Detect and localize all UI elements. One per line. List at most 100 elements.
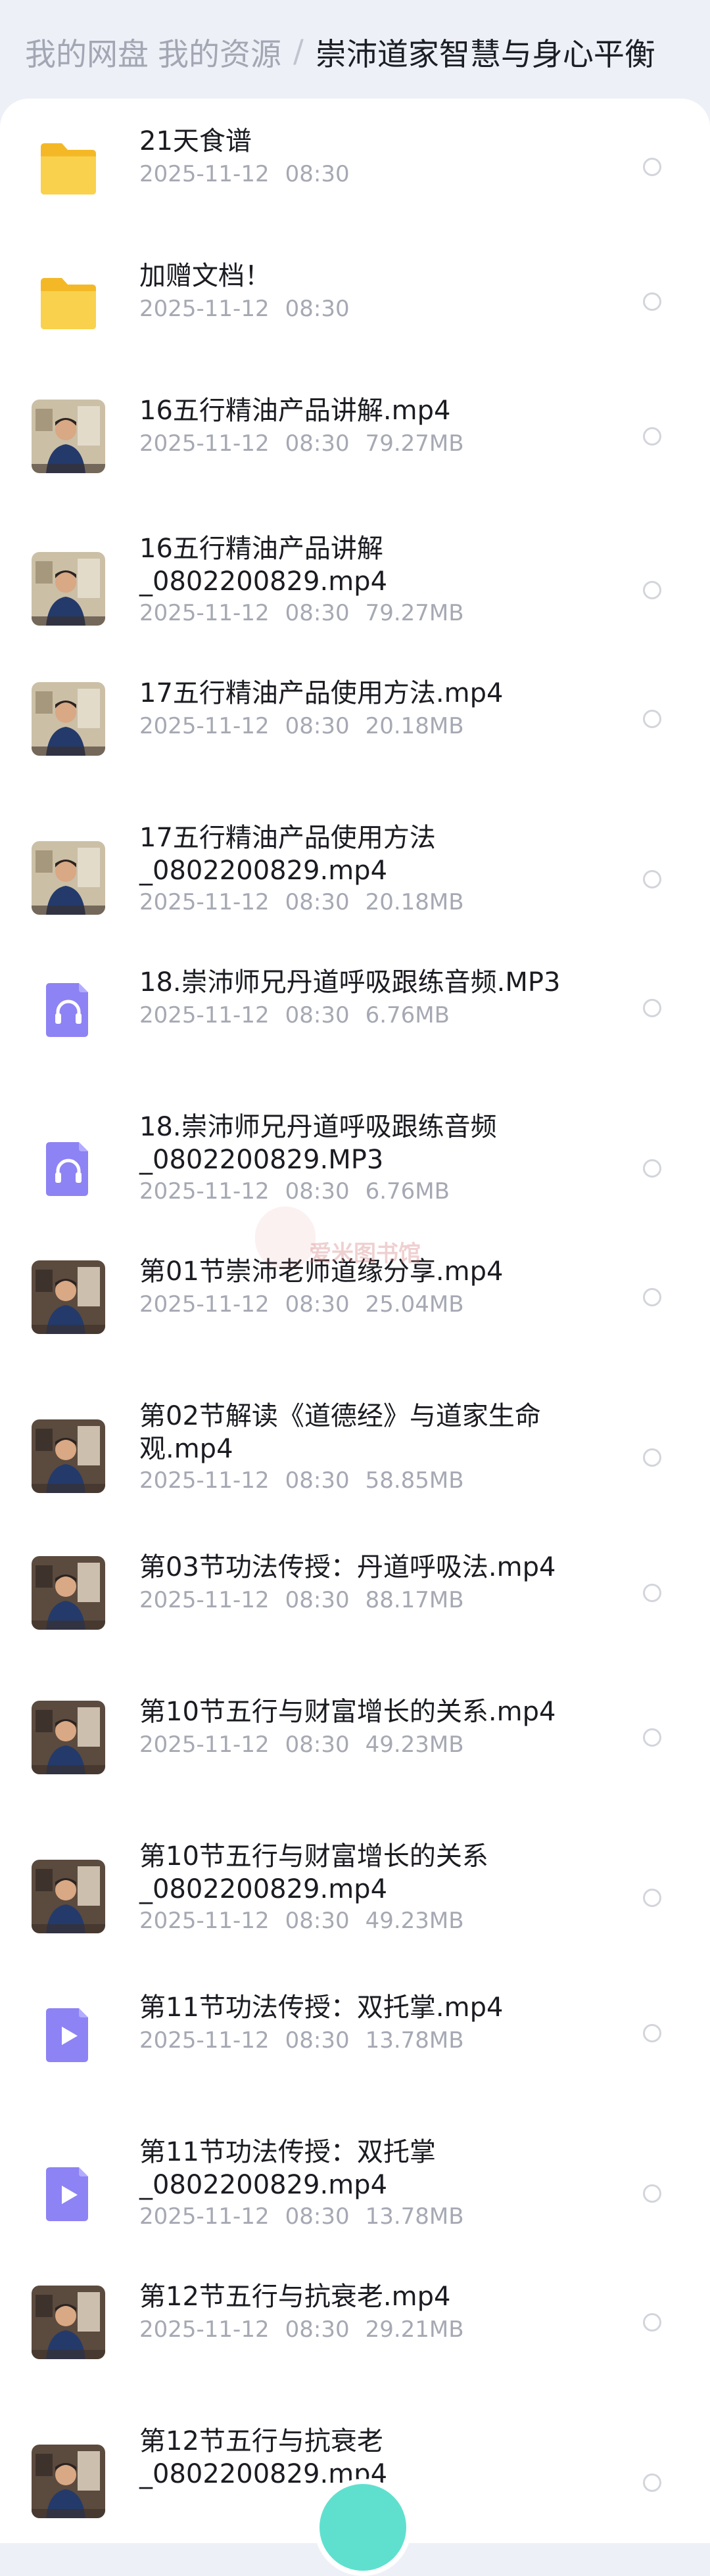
select-checkbox[interactable] (643, 427, 661, 446)
file-time: 08:30 (285, 1002, 350, 1028)
file-size: 79.27MB (365, 600, 464, 626)
file-row[interactable]: 18.崇沛师兄丹道呼吸跟练音频_0802200829.MP3 2025-11-12… (0, 1091, 710, 1222)
file-name: 第02节解读《道德经》与道家生命观.mp4 (139, 1401, 541, 1464)
file-meta: 2025-11-12 08:30 (139, 160, 350, 188)
select-checkbox[interactable] (643, 1728, 661, 1747)
file-name: 21天食谱 (139, 126, 252, 156)
play-icon (32, 2155, 105, 2229)
file-time: 08:30 (285, 1587, 350, 1613)
select-checkbox[interactable] (643, 2024, 661, 2042)
video-thumbnail (32, 1419, 105, 1493)
folder-row[interactable]: 21天食谱 2025-11-12 08:30 (0, 105, 710, 237)
file-size: 49.23MB (365, 1908, 464, 1934)
select-checkbox[interactable] (643, 158, 661, 176)
file-meta: 2025-11-12 08:30 13.78MB (139, 2027, 464, 2054)
select-checkbox[interactable] (643, 1288, 661, 1306)
video-thumbnail (32, 841, 105, 915)
video-thumbnail (32, 2445, 105, 2518)
file-row[interactable]: 第12节五行与抗衰老.mp4 2025-11-12 08:30 29.21MB (0, 2261, 710, 2392)
file-row[interactable]: 第11节功法传授：双托掌.mp4 2025-11-12 08:30 13.78MB (0, 1971, 710, 2103)
breadcrumb-parent[interactable]: 我的资源 (158, 29, 281, 74)
file-row[interactable]: 第03节功法传授：丹道呼吸法.mp4 2025-11-12 08:30 88.17MB (0, 1531, 710, 1663)
file-name: 第12节五行与抗衰老.mp4 (139, 2282, 451, 2312)
file-size: 6.76MB (365, 1178, 450, 1205)
file-time: 08:30 (285, 296, 350, 322)
file-date: 2025-11-12 (139, 2316, 270, 2343)
file-time: 08:30 (285, 2027, 350, 2054)
headphones-icon (32, 1130, 105, 1204)
select-checkbox[interactable] (643, 999, 661, 1017)
file-date: 2025-11-12 (139, 1587, 270, 1613)
file-meta: 2025-11-12 08:30 25.04MB (139, 1291, 464, 1318)
video-thumbnail (32, 1260, 105, 1334)
file-name: 第11节功法传授：双托掌_0802200829.mp4 (139, 2137, 436, 2200)
file-date: 2025-11-12 (139, 1908, 270, 1934)
select-checkbox[interactable] (643, 581, 661, 599)
file-row[interactable]: 第10节五行与财富增长的关系.mp4 2025-11-12 08:30 49.23MB (0, 1676, 710, 1807)
watermark: 爱米图书馆 (309, 1241, 421, 1267)
file-row[interactable]: 16五行精油产品讲解_0802200829.mp4 2025-11-12 08:30… (0, 513, 710, 644)
file-name: 18.崇沛师兄丹道呼吸跟练音频.MP3 (139, 967, 561, 998)
file-date: 2025-11-12 (139, 161, 270, 187)
file-size: 13.78MB (365, 2027, 464, 2054)
file-name: 第10节五行与财富增长的关系.mp4 (139, 1697, 556, 1727)
select-checkbox[interactable] (643, 292, 661, 311)
file-time: 08:30 (285, 161, 350, 187)
breadcrumb-current: 崇沛道家智慧与身心平衡 (315, 36, 655, 73)
select-checkbox[interactable] (643, 2313, 661, 2332)
file-time: 08:30 (285, 713, 350, 739)
file-size: 20.18MB (365, 889, 464, 915)
file-row[interactable]: 17五行精油产品使用方法_0802200829.mp4 2025-11-12 08:… (0, 802, 710, 933)
file-date: 2025-11-12 (139, 889, 270, 915)
select-checkbox[interactable] (643, 2473, 661, 2492)
file-meta: 2025-11-12 08:30 6.76MB (139, 1178, 450, 1205)
select-checkbox[interactable] (643, 1889, 661, 1907)
file-date: 2025-11-12 (139, 713, 270, 739)
breadcrumb: 我的网盘 我的资源 / 崇沛道家智慧与身心平衡 (25, 28, 655, 75)
file-size: 58.85MB (365, 1467, 464, 1494)
file-meta: 2025-11-12 08:30 6.76MB (139, 1001, 450, 1029)
file-row[interactable]: 16五行精油产品讲解.mp4 2025-11-12 08:30 79.27MB (0, 375, 710, 506)
file-meta: 2025-11-12 08:30 (139, 295, 350, 323)
video-thumbnail (32, 552, 105, 626)
file-name: 17五行精油产品使用方法_0802200829.mp4 (139, 823, 436, 886)
video-thumbnail (32, 682, 105, 756)
file-size: 13.78MB (365, 2203, 464, 2230)
file-time: 08:30 (285, 1732, 350, 1758)
select-checkbox[interactable] (643, 2184, 661, 2203)
play-icon (32, 1996, 105, 2070)
file-size: 49.23MB (365, 1732, 464, 1758)
file-time: 08:30 (285, 889, 350, 915)
select-checkbox[interactable] (643, 1159, 661, 1178)
folder-row[interactable]: 加赠文档！ 2025-11-12 08:30 (0, 240, 710, 371)
file-row[interactable]: 第02节解读《道德经》与道家生命观.mp4 2025-11-12 08:30 58.8… (0, 1380, 710, 1511)
video-thumbnail (32, 400, 105, 473)
file-row[interactable]: 第11节功法传授：双托掌_0802200829.mp4 2025-11-12 08:… (0, 2116, 710, 2247)
file-time: 08:30 (285, 430, 350, 457)
file-date: 2025-11-12 (139, 1178, 270, 1205)
file-time: 08:30 (285, 1178, 350, 1205)
file-name: 第10节五行与财富增长的关系_0802200829.mp4 (139, 1841, 488, 1904)
file-name: 第03节功法传授：丹道呼吸法.mp4 (139, 1552, 556, 1582)
select-checkbox[interactable] (643, 1448, 661, 1467)
file-name: 17五行精油产品使用方法.mp4 (139, 678, 504, 708)
file-row[interactable]: 第10节五行与财富增长的关系_0802200829.mp4 2025-11-12 0… (0, 1820, 710, 1952)
file-name: 第11节功法传授：双托掌.mp4 (139, 1992, 504, 2023)
file-row[interactable]: 18.崇沛师兄丹道呼吸跟练音频.MP3 2025-11-12 08:30 6.76MB (0, 946, 710, 1078)
video-thumbnail (32, 1860, 105, 1933)
select-checkbox[interactable] (643, 1584, 661, 1602)
file-size: 20.18MB (365, 713, 464, 739)
file-date: 2025-11-12 (139, 600, 270, 626)
breadcrumb-root[interactable]: 我的网盘 (25, 29, 149, 74)
file-size: 79.27MB (365, 430, 464, 457)
folder-icon (32, 265, 105, 338)
file-row[interactable]: 17五行精油产品使用方法.mp4 2025-11-12 08:30 20.18MB (0, 657, 710, 789)
select-checkbox[interactable] (643, 710, 661, 728)
headphones-icon (32, 971, 105, 1045)
file-name: 加赠文档！ (139, 261, 271, 291)
file-date: 2025-11-12 (139, 430, 270, 457)
video-thumbnail (32, 2286, 105, 2359)
video-thumbnail (32, 1701, 105, 1774)
floating-action-button[interactable] (314, 2479, 412, 2576)
select-checkbox[interactable] (643, 870, 661, 888)
